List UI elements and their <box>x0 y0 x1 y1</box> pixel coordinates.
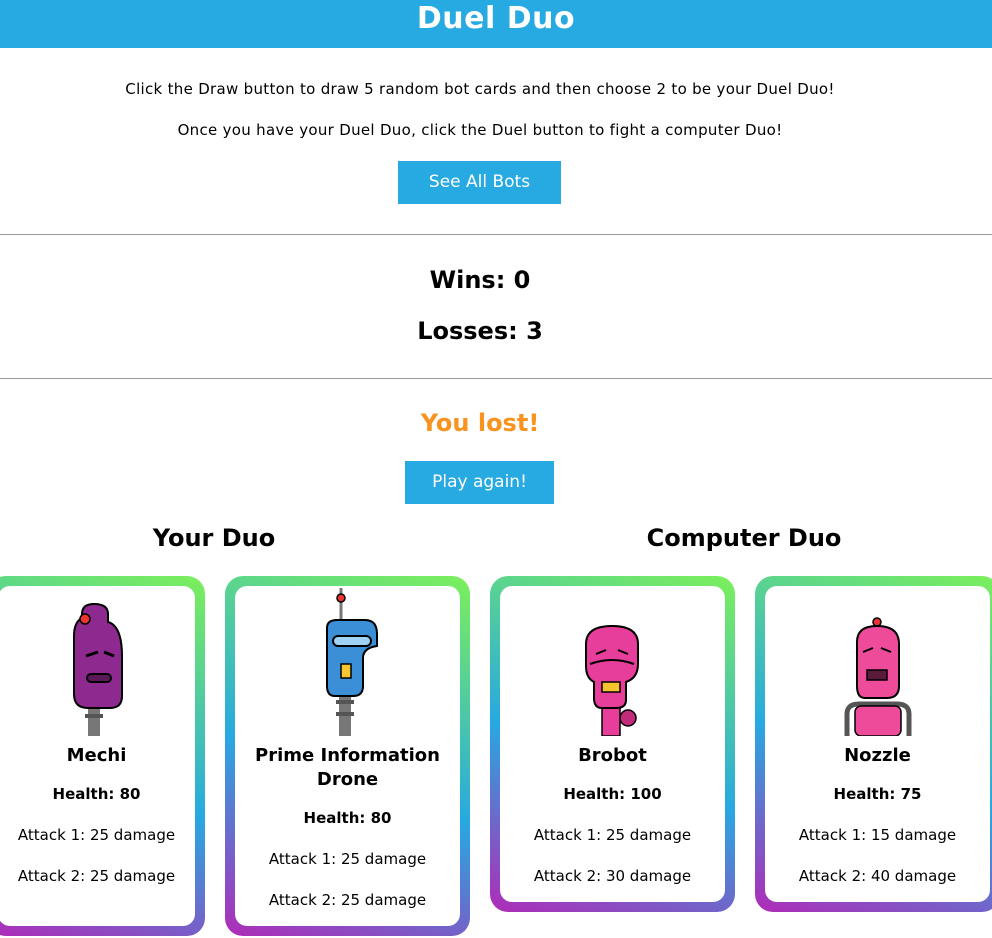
bot-health: Health: 80 <box>303 809 392 827</box>
bot-name: Prime Information Drone <box>255 745 440 790</box>
page-title: Duel Duo <box>416 1 576 36</box>
robot-icon <box>325 588 378 736</box>
divider <box>0 234 992 235</box>
bot-card-brobot[interactable]: Brobot Health: 100 Attack 1: 25 damage A… <box>490 576 735 912</box>
bot-name: Brobot <box>578 745 647 766</box>
bot-name: Nozzle <box>844 745 911 766</box>
bot-card-nozzle[interactable]: Nozzle Health: 75 Attack 1: 15 damage At… <box>755 576 992 912</box>
computer-duo-title: Computer Duo <box>646 524 842 552</box>
robot-icon <box>844 617 911 736</box>
bot-attack-1: Attack 1: 25 damage <box>268 850 427 868</box>
bot-card-body: Brobot Health: 100 Attack 1: 25 damage A… <box>500 586 725 902</box>
bot-attack-1: Attack 1: 15 damage <box>798 826 957 844</box>
wins-count: Wins: 0 <box>429 266 531 294</box>
play-again-button[interactable]: Play again! <box>405 461 554 504</box>
bot-attack-2: Attack 2: 25 damage <box>268 891 427 909</box>
divider <box>0 378 992 379</box>
bot-card-body: Nozzle Health: 75 Attack 1: 15 damage At… <box>765 586 990 902</box>
see-all-bots-button[interactable]: See All Bots <box>398 161 561 204</box>
your-duo-title: Your Duo <box>152 524 276 552</box>
bot-card-body: Mechi Health: 80 Attack 1: 25 damage Att… <box>0 586 195 926</box>
losses-count: Losses: 3 <box>417 317 543 345</box>
bot-health: Health: 100 <box>563 785 662 803</box>
bot-attack-2: Attack 2: 25 damage <box>17 867 176 885</box>
bot-health: Health: 80 <box>52 785 141 803</box>
robot-icon <box>72 602 123 736</box>
bot-attack-2: Attack 2: 30 damage <box>533 867 692 885</box>
bot-health: Health: 75 <box>833 785 922 803</box>
bot-card-mechi[interactable]: Mechi Health: 80 Attack 1: 25 damage Att… <box>0 576 205 936</box>
instructions-duel: Once you have your Duel Duo, click the D… <box>177 121 783 139</box>
bot-card-prime-information-drone[interactable]: Prime Information Drone Health: 80 Attac… <box>225 576 470 936</box>
bot-card-body: Prime Information Drone Health: 80 Attac… <box>235 586 460 926</box>
page-header: Duel Duo <box>0 0 992 48</box>
bot-attack-2: Attack 2: 40 damage <box>798 867 957 885</box>
result-message: You lost! <box>420 409 540 437</box>
bot-name: Mechi <box>66 745 127 766</box>
bot-attack-1: Attack 1: 25 damage <box>533 826 692 844</box>
bot-attack-1: Attack 1: 25 damage <box>17 826 176 844</box>
instructions-draw: Click the Draw button to draw 5 random b… <box>125 80 835 98</box>
robot-icon <box>584 624 639 736</box>
